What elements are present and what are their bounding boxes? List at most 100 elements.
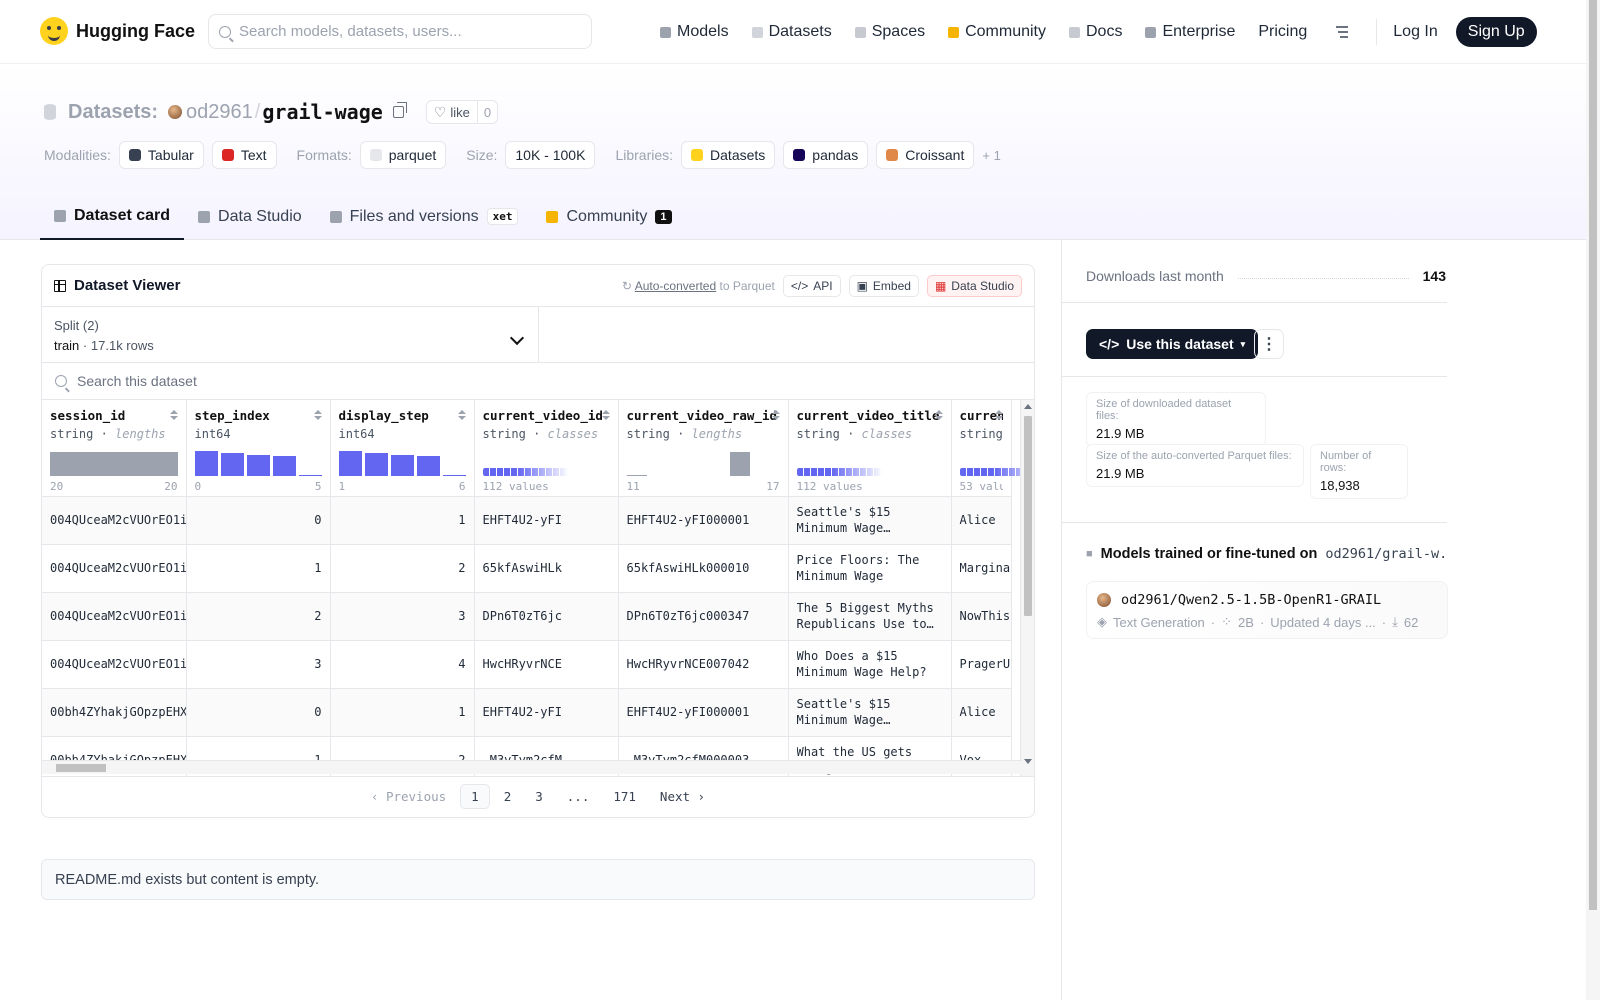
table-cell[interactable]: The 5 Biggest Myths Republicans Use to J…	[788, 592, 952, 641]
repo-kind[interactable]: Datasets:	[68, 101, 158, 124]
table-cell[interactable]: 65kfAswiHLk000010	[618, 544, 789, 593]
horizontal-scrollbar[interactable]	[42, 760, 1022, 774]
dataset-search[interactable]	[42, 363, 1034, 400]
table-row[interactable]: 004QUceaM2cVUOrEO1iD 3 4 HwcHRyvrNCE HwcHRyv…	[42, 640, 1012, 689]
sort-icon[interactable]	[313, 410, 322, 420]
table-cell[interactable]: NowThis	[951, 592, 1012, 641]
library-datasets[interactable]: Datasets	[681, 141, 776, 169]
signup-button[interactable]: Sign Up	[1455, 17, 1537, 47]
more-options-button[interactable]: ⋮	[1254, 329, 1284, 359]
size-tag[interactable]: 10K - 100K	[505, 141, 596, 169]
table-cell[interactable]: Alice	[951, 688, 1012, 737]
table-cell[interactable]: Alice	[951, 496, 1012, 545]
table-cell[interactable]: Price Floors: The Minimum Wage	[788, 544, 952, 593]
table-cell[interactable]: 004QUceaM2cVUOrEO1iD	[42, 592, 187, 641]
model-card[interactable]: od2961/Qwen2.5-1.5B-OpenR1-GRAIL ◈ Text …	[1086, 581, 1448, 639]
class-bar[interactable]	[482, 468, 569, 476]
more-libraries[interactable]: + 1	[982, 148, 1000, 163]
global-search-input[interactable]	[239, 23, 559, 40]
table-cell[interactable]: 1	[330, 688, 475, 737]
table-cell[interactable]: EHFT4U2-yFI	[474, 688, 619, 737]
modality-tabular[interactable]: Tabular	[118, 141, 204, 169]
sort-icon[interactable]	[457, 410, 466, 420]
table-cell[interactable]: HwcHRyvrNCE	[474, 640, 619, 689]
previous-page-button[interactable]: ‹ Previous	[361, 785, 456, 808]
table-cell[interactable]: EHFT4U2-yFI000001	[618, 496, 789, 545]
class-bar[interactable]	[796, 468, 883, 476]
histogram-bar[interactable]	[364, 453, 388, 476]
distribution-bar[interactable]	[626, 475, 647, 476]
login-button[interactable]: Log In	[1393, 23, 1437, 41]
models-trained-ref[interactable]: od2961/grail-w...	[1325, 546, 1448, 562]
column-header-current-video-id[interactable]: current_video_id string · classes 112 valu…	[474, 400, 619, 497]
table-cell[interactable]: EHFT4U2-yFI000001	[618, 688, 789, 737]
dataset-search-input[interactable]	[77, 373, 477, 389]
table-cell[interactable]: 3	[186, 640, 331, 689]
histogram-bar[interactable]	[272, 456, 296, 476]
table-cell[interactable]: 2	[186, 592, 331, 641]
embed-button[interactable]: ▣ Embed	[848, 274, 919, 297]
nav-link-spaces[interactable]: Spaces	[854, 23, 925, 41]
table-row[interactable]: 004QUceaM2cVUOrEO1iD 2 3 DPn6T0zT6jc DPn6T0z…	[42, 592, 1012, 641]
column-header-current-video-title[interactable]: current_video_title string · classes 112 v…	[788, 400, 952, 497]
table-row[interactable]: 00bh4ZYhakjGOpzpEHXq 0 1 EHFT4U2-yFI EHFT4U2…	[42, 688, 1012, 737]
table-cell[interactable]: 0	[186, 688, 331, 737]
copy-icon[interactable]	[392, 102, 407, 118]
table-cell[interactable]: EHFT4U2-yFI	[474, 496, 619, 545]
table-cell[interactable]: 1	[186, 544, 331, 593]
table-cell[interactable]: 3	[330, 592, 475, 641]
repo-name[interactable]: grail-wage	[262, 100, 382, 124]
table-cell[interactable]: Who Does a $15 Minimum Wage Help?	[788, 640, 952, 689]
page-3[interactable]: 3	[525, 785, 553, 808]
scroll-thumb-horizontal[interactable]	[56, 764, 106, 772]
sort-icon[interactable]	[601, 410, 610, 420]
table-cell[interactable]: 0	[186, 496, 331, 545]
nav-link-community[interactable]: Community	[948, 23, 1046, 41]
use-dataset-button[interactable]: </> Use this dataset ▾	[1086, 329, 1259, 359]
nav-link-docs[interactable]: Docs	[1069, 23, 1122, 41]
auto-converted-link[interactable]: Auto-converted	[635, 279, 716, 293]
table-cell[interactable]: 004QUceaM2cVUOrEO1iD	[42, 544, 187, 593]
modality-text[interactable]: Text	[211, 141, 277, 169]
more-menu-icon[interactable]	[1330, 26, 1349, 38]
table-cell[interactable]: DPn6T0zT6jc	[474, 592, 619, 641]
sort-icon[interactable]	[934, 410, 943, 420]
histogram-bar[interactable]	[338, 451, 362, 476]
brand-logo[interactable]: Hugging Face	[40, 17, 195, 45]
histogram-bar[interactable]	[194, 451, 218, 476]
histogram-bar[interactable]	[246, 455, 270, 476]
column-header-current-video-raw-id[interactable]: current_video_raw_id string · lengths 11 17	[618, 400, 789, 497]
like-count[interactable]: 0	[478, 105, 497, 120]
table-cell[interactable]: Seattle's $15 Minimum Wage Experiment is…	[788, 688, 952, 737]
tab-dataset-card[interactable]: Dataset card	[40, 193, 185, 240]
global-search[interactable]	[208, 14, 592, 49]
page-scrollbar[interactable]	[1586, 0, 1600, 1000]
library-croissant[interactable]: Croissant	[876, 141, 975, 169]
api-button[interactable]: </> API	[782, 274, 841, 297]
page-scroll-thumb[interactable]	[1589, 0, 1597, 910]
distribution-bar[interactable]	[729, 452, 750, 476]
sort-icon[interactable]	[994, 410, 1003, 420]
split-select[interactable]: Split (2) train · 17.1k rows	[42, 307, 539, 362]
scroll-thumb[interactable]	[1024, 416, 1032, 616]
table-row[interactable]: 004QUceaM2cVUOrEO1iD 0 1 EHFT4U2-yFI EHFT4U2…	[42, 496, 1012, 545]
table-cell[interactable]: Marginal University	[951, 544, 1012, 593]
next-page-button[interactable]: Next ›	[650, 785, 715, 808]
nav-link-models[interactable]: Models	[660, 23, 729, 41]
page-2[interactable]: 2	[494, 785, 522, 808]
sort-icon[interactable]	[771, 410, 780, 420]
table-cell[interactable]: Seattle's $15 Minimum Wage Experiment is…	[788, 496, 952, 545]
tab-community[interactable]: Community 1	[532, 193, 685, 240]
page-171[interactable]: 171	[603, 785, 646, 808]
nav-link-datasets[interactable]: Datasets	[751, 23, 832, 41]
table-cell[interactable]: HwcHRyvrNCE007042	[618, 640, 789, 689]
table-cell[interactable]: 004QUceaM2cVUOrEO1iD	[42, 496, 187, 545]
column-header-step-index[interactable]: step_index int64 0 5	[186, 400, 331, 497]
sort-icon[interactable]	[169, 410, 178, 420]
tab-data-studio[interactable]: Data Studio	[184, 193, 316, 240]
column-header-current-video-author[interactable]: current_video_authorstring · classes53 v…	[951, 400, 1034, 497]
vertical-scrollbar[interactable]	[1020, 400, 1034, 776]
histogram-bar[interactable]	[298, 475, 322, 476]
tab-files-and-versions[interactable]: Files and versions xet	[316, 193, 533, 240]
table-cell[interactable]: PragerU	[951, 640, 1012, 689]
